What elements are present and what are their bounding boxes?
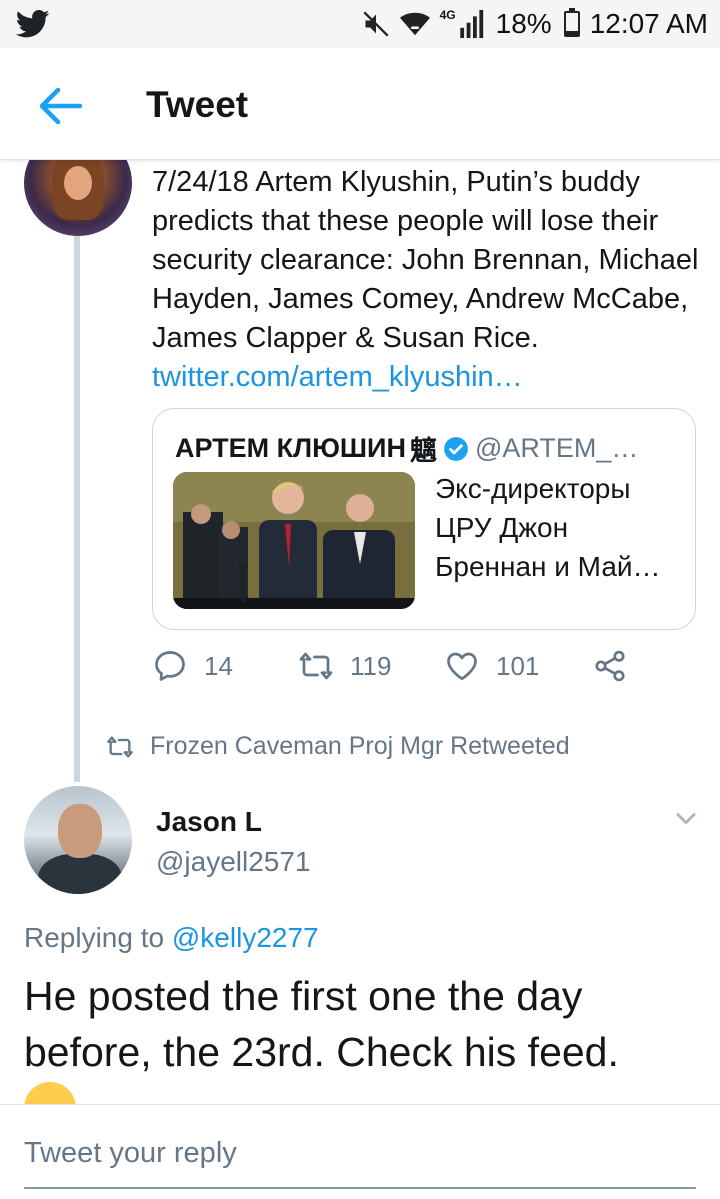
tweet-text: 7/24/18 Artem Klyushin, Putin’s buddy pr… [152, 166, 699, 354]
twitter-bird-icon [16, 9, 50, 38]
reply-input[interactable] [24, 1133, 624, 1173]
page-title: Tweet [146, 84, 249, 125]
quote-media-image[interactable] [173, 472, 415, 609]
arrow-left-icon[interactable] [36, 84, 84, 128]
retweeted-by-label: Frozen Caveman Proj Mgr Retweeted [150, 732, 570, 760]
battery-percent: 18% [495, 8, 552, 39]
replying-to-prefix: Replying to [24, 922, 165, 953]
reply-composer [0, 1104, 720, 1199]
chevron-down-icon[interactable] [672, 804, 700, 832]
reply-button[interactable]: 14 [152, 648, 233, 684]
mute-icon [362, 10, 390, 38]
quote-text: Экс-директоры ЦРУ Джон Бреннан и Май… [435, 473, 661, 582]
thread-connector [74, 234, 80, 782]
tweet-actions: 14 119 101 [152, 648, 652, 692]
replying-to: Replying to @kelly2277 [24, 922, 319, 954]
retweet-icon [299, 652, 333, 680]
app-bar: Tweet [0, 48, 720, 160]
clock: 12:07 AM [589, 8, 708, 39]
like-count: 101 [496, 650, 540, 681]
replying-to-mention[interactable]: @kelly2277 [172, 922, 319, 953]
retweeted-by[interactable]: Frozen Caveman Proj Mgr Retweeted [106, 732, 570, 761]
quote-author-handle: @ARTEM_… [474, 433, 639, 463]
verified-badge-icon [444, 436, 468, 461]
quoted-tweet-card[interactable]: АРТЕМ КЛЮШИН 魑 @ARTEM_… Экс-директоры ЦР… [152, 408, 696, 630]
quote-author-name: АРТЕМ КЛЮШИН [175, 433, 406, 463]
wifi-icon [399, 10, 430, 38]
share-icon [595, 650, 625, 682]
reply-text: He posted the first one the day before, … [24, 973, 619, 1075]
retweet-count: 119 [350, 650, 392, 681]
reply-count: 14 [204, 650, 233, 681]
tweet-body: 7/24/18 Artem Klyushin, Putin’s buddy pr… [152, 163, 700, 397]
reply-author-handle[interactable]: @jayell2571 [156, 846, 311, 878]
quote-header: АРТЕМ КЛЮШИН 魑 @ARTEM_… [175, 429, 638, 468]
like-button[interactable]: 101 [444, 648, 539, 684]
retweet-icon [107, 736, 133, 757]
retweet-button[interactable]: 119 [298, 648, 391, 684]
signal-icon [459, 10, 486, 38]
share-button[interactable] [592, 648, 628, 684]
avatar[interactable] [24, 786, 132, 894]
reply-author-name[interactable]: Jason L [156, 806, 262, 838]
reply-icon [155, 651, 185, 681]
network-type: 4G [439, 8, 456, 22]
input-underline [24, 1187, 696, 1189]
battery-icon [563, 8, 580, 37]
quote-author-glyph: 魑 [409, 436, 437, 466]
tweet-link[interactable]: twitter.com/artem_klyushin… [152, 358, 700, 397]
heart-icon [447, 652, 477, 681]
status-bar: 4G 18% 12:07 AM [0, 0, 720, 48]
